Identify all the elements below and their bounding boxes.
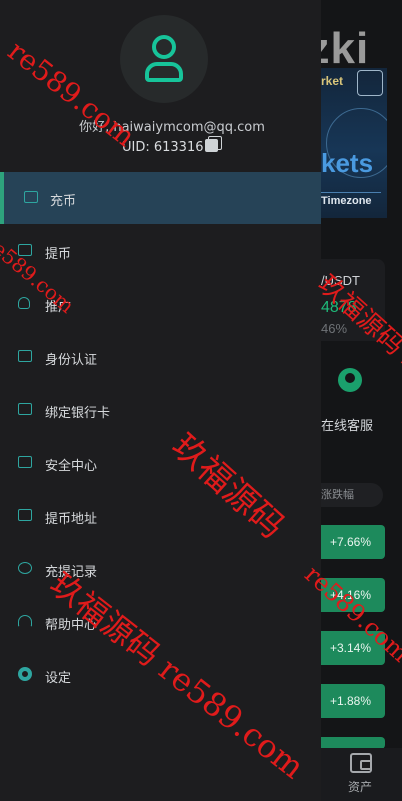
- menu-item-identity[interactable]: 身份认证: [0, 331, 321, 383]
- menu-item-label: 绑定银行卡: [45, 406, 111, 421]
- banner-top-text: rket: [321, 74, 344, 88]
- withdraw-icon: [18, 244, 32, 256]
- tab-assets[interactable]: 资产: [348, 778, 372, 795]
- bank-card-icon: [18, 403, 32, 415]
- menu-item-bank-card[interactable]: 绑定银行卡: [0, 384, 321, 436]
- menu-item-label: 提币地址: [45, 512, 98, 527]
- id-card-icon: [18, 350, 32, 362]
- user-greeting: 你好, haiwaiymcom@qq.com: [79, 120, 265, 135]
- menu-item-withdraw[interactable]: 提币: [0, 225, 321, 277]
- change-badge[interactable]: +3.14%: [321, 631, 385, 665]
- customer-service-icon[interactable]: [338, 368, 362, 392]
- menu-item-label: 身份认证: [45, 353, 98, 368]
- change-badge[interactable]: +7.66%: [321, 525, 385, 559]
- menu-item-help[interactable]: 帮助中心: [0, 596, 321, 648]
- menu-item-settings[interactable]: 设定: [0, 649, 321, 701]
- avatar[interactable]: [120, 15, 208, 103]
- menu-item-label: 设定: [45, 671, 72, 686]
- menu-item-withdraw-address[interactable]: 提币地址: [0, 490, 321, 542]
- person-icon: [18, 297, 30, 309]
- address-icon: [18, 509, 32, 521]
- ticker-card[interactable]: /USDT 4878 46%: [321, 259, 385, 341]
- menu-item-records[interactable]: 充提记录: [0, 543, 321, 595]
- change-badge[interactable]: +4.16%: [321, 578, 385, 612]
- menu-item-promote[interactable]: 推广: [0, 278, 321, 330]
- user-uid: UID: 613316: [122, 140, 204, 155]
- menu-item-label: 提币: [45, 247, 72, 262]
- menu-item-label: 充提记录: [45, 565, 98, 580]
- menu-item-label: 推广: [45, 300, 72, 315]
- ticker-pair: /USDT: [321, 273, 360, 288]
- deposit-icon: [24, 191, 38, 203]
- change-badge[interactable]: +1.88%: [321, 684, 385, 718]
- copy-icon[interactable]: [205, 136, 222, 152]
- sort-change-pill[interactable]: 涨跌幅: [321, 483, 383, 507]
- headset-icon: [18, 615, 32, 627]
- menu-item-deposit[interactable]: 充币: [0, 172, 321, 224]
- menu-item-label: 帮助中心: [45, 618, 98, 633]
- menu-item-label: 安全中心: [45, 459, 98, 474]
- banner-sub-text: Timezone: [321, 192, 381, 207]
- ticker-price: 4878: [321, 299, 357, 316]
- coin-record-icon: [18, 562, 32, 574]
- menu-item-label: 充币: [50, 194, 77, 209]
- banner-badge-icon: [357, 70, 383, 96]
- gear-icon: [18, 667, 32, 681]
- promo-banner[interactable]: rket kets Timezone: [321, 68, 387, 218]
- avatar-body: [145, 62, 183, 82]
- avatar-head: [152, 35, 176, 59]
- safe-icon: [18, 456, 32, 468]
- banner-main-text: kets: [321, 148, 374, 178]
- wallet-icon[interactable]: [350, 753, 372, 773]
- menu-item-security[interactable]: 安全中心: [0, 437, 321, 489]
- customer-service-label[interactable]: 在线客服: [321, 415, 373, 434]
- ticker-change: 46%: [321, 321, 348, 336]
- side-drawer: 你好, haiwaiymcom@qq.com UID: 613316 充币 提币…: [0, 0, 321, 801]
